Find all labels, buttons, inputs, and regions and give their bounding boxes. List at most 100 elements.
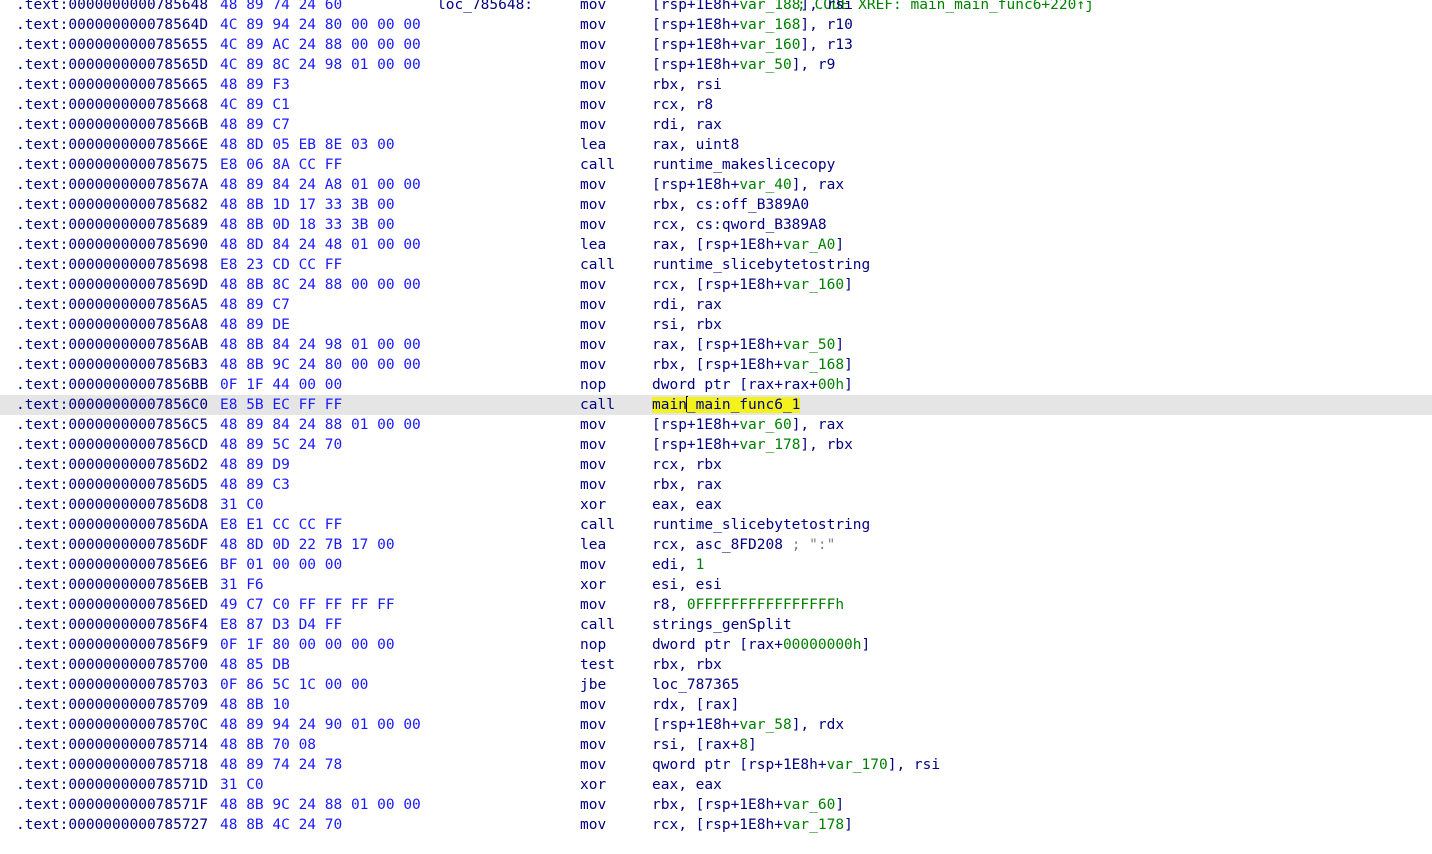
operand-variable[interactable]: var_178 (739, 437, 800, 453)
operand-text[interactable]: loc_787365 (652, 677, 739, 693)
listing-row[interactable]: .text:000000000078564D 4C 89 94 24 80 00 … (0, 15, 1432, 35)
operands[interactable]: rcx, asc_8FD208 ; ":" (652, 535, 835, 555)
address[interactable]: .text:00000000007856A8 (16, 315, 208, 335)
address[interactable]: .text:00000000007856D8 (16, 495, 208, 515)
address[interactable]: .text:0000000000785709 (16, 695, 208, 715)
listing-row[interactable]: .text:0000000000785682 48 8B 1D 17 33 3B … (0, 195, 1432, 215)
listing-row[interactable]: .text:000000000078566E 48 8D 05 EB 8E 03 … (0, 135, 1432, 155)
operands[interactable]: rcx, [rsp+1E8h+var_160] (652, 275, 853, 295)
operands[interactable]: esi, esi (652, 575, 722, 595)
operands[interactable]: dword ptr [rax+rax+00h] (652, 375, 853, 395)
address[interactable]: .text:00000000007856B3 (16, 355, 208, 375)
address[interactable]: .text:00000000007856C0 (16, 395, 208, 415)
address[interactable]: .text:0000000000785648 (16, 0, 208, 15)
address[interactable]: .text:000000000078564D (16, 15, 208, 35)
listing-row[interactable]: .text:000000000078571D 31 C0 xor eax, eax (0, 775, 1432, 795)
operand-text[interactable]: rax, uint8 (652, 137, 739, 153)
listing-row[interactable]: .text:00000000007856F9 0F 1F 80 00 00 00 … (0, 635, 1432, 655)
operand-text[interactable]: rbx, [rsp+1E8h+ (652, 797, 783, 813)
operand-variable[interactable]: 0FFFFFFFFFFFFFFFFh (687, 597, 844, 613)
listing-row[interactable]: .text:0000000000785648 48 89 74 24 60 loc_… (0, 0, 1432, 15)
operands[interactable]: runtime_slicebytetostring (652, 255, 870, 275)
listing-row[interactable]: .text:0000000000785665 48 89 F3 mov rbx, rs… (0, 75, 1432, 95)
operand-text[interactable]: ] (748, 737, 757, 753)
address[interactable]: .text:00000000007856DF (16, 535, 208, 555)
operand-text[interactable]: rcx, cs:qword_B389A8 (652, 217, 827, 233)
listing-row[interactable]: .text:0000000000785703 0F 86 5C 1C 00 00 j… (0, 675, 1432, 695)
operand-variable[interactable]: var_60 (739, 417, 791, 433)
address[interactable]: .text:000000000078571D (16, 775, 208, 795)
operand-text[interactable]: ], rsi (800, 0, 852, 13)
operands[interactable]: rcx, rbx (652, 455, 722, 475)
address[interactable]: .text:000000000078567A (16, 175, 208, 195)
operand-text[interactable]: ], rax (792, 417, 844, 433)
operand-text[interactable]: ] (835, 797, 844, 813)
operand-text[interactable]: [rsp+1E8h+ (652, 37, 739, 53)
listing-row[interactable]: .text:000000000078565D 4C 89 8C 24 98 01 … (0, 55, 1432, 75)
address[interactable]: .text:0000000000785690 (16, 235, 208, 255)
address[interactable]: .text:000000000078569D (16, 275, 208, 295)
operands[interactable]: rdi, rax (652, 115, 722, 135)
operand-text[interactable]: rsi, rbx (652, 317, 722, 333)
operand-variable[interactable]: var_188 (739, 0, 800, 13)
operands[interactable]: eax, eax (652, 495, 722, 515)
operands[interactable]: dword ptr [rax+00000000h] (652, 635, 870, 655)
operand-text[interactable]: ], r9 (792, 57, 836, 73)
operand-text[interactable]: runtime_makeslicecopy (652, 157, 835, 173)
operands[interactable]: rdi, rax (652, 295, 722, 315)
address[interactable]: .text:000000000078571F (16, 795, 208, 815)
address[interactable]: .text:0000000000785668 (16, 95, 208, 115)
operand-text[interactable]: strings_genSplit (652, 617, 792, 633)
operand-text[interactable]: rcx, asc_8FD208 (652, 537, 792, 553)
listing-row[interactable]: .text:00000000007856C5 48 89 84 24 88 01 … (0, 415, 1432, 435)
address[interactable]: .text:00000000007856CD (16, 435, 208, 455)
operand-variable[interactable]: var_50 (739, 57, 791, 73)
address[interactable]: .text:00000000007856D2 (16, 455, 208, 475)
listing-row[interactable]: .text:00000000007856B3 48 8B 9C 24 80 00 … (0, 355, 1432, 375)
address[interactable]: .text:00000000007856D5 (16, 475, 208, 495)
operands[interactable]: r8, 0FFFFFFFFFFFFFFFFh (652, 595, 844, 615)
operands[interactable]: qword ptr [rsp+1E8h+var_170], rsi (652, 755, 940, 775)
listing-row[interactable]: .text:00000000007856ED 49 C7 C0 FF FF FF … (0, 595, 1432, 615)
operand-text[interactable]: [rsp+1E8h+ (652, 417, 739, 433)
operands[interactable]: rcx, r8 (652, 95, 713, 115)
listing-row[interactable]: .text:00000000007856AB 48 8B 84 24 98 01 … (0, 335, 1432, 355)
listing-row[interactable]: .text:00000000007856D2 48 89 D9 mov rcx, rb… (0, 455, 1432, 475)
operands[interactable]: loc_787365 (652, 675, 739, 695)
operand-text[interactable]: ], rdx (792, 717, 844, 733)
listing-row[interactable]: .text:0000000000785690 48 8D 84 24 48 01 … (0, 235, 1432, 255)
operands[interactable]: rsi, [rax+8] (652, 735, 757, 755)
address[interactable]: .text:00000000007856F4 (16, 615, 208, 635)
operand-text[interactable]: rbx, rsi (652, 77, 722, 93)
operand-variable[interactable]: var_40 (739, 177, 791, 193)
operand-variable[interactable]: var_50 (783, 337, 835, 353)
operand-variable[interactable]: var_58 (739, 717, 791, 733)
operand-text[interactable]: ] (844, 277, 853, 293)
listing-row[interactable]: .text:000000000078566B 48 89 C7 mov rdi, ra… (0, 115, 1432, 135)
address[interactable]: .text:0000000000785727 (16, 815, 208, 835)
operand-variable[interactable]: 8 (739, 737, 748, 753)
operand-text[interactable]: rcx, r8 (652, 97, 713, 113)
operands[interactable]: [rsp+1E8h+var_188], rsi (652, 0, 853, 15)
operand-text[interactable]: rax, [rsp+1E8h+ (652, 237, 783, 253)
operands[interactable]: [rsp+1E8h+var_60], rax (652, 415, 844, 435)
listing-row[interactable]: .text:00000000007856E6 BF 01 00 00 00 mov e… (0, 555, 1432, 575)
address[interactable]: .text:00000000007856C5 (16, 415, 208, 435)
operand-text[interactable]: rcx, [rsp+1E8h+ (652, 277, 783, 293)
operand-variable[interactable]: var_170 (827, 757, 888, 773)
listing-row[interactable]: .text:00000000007856D5 48 89 C3 mov rbx, ra… (0, 475, 1432, 495)
address[interactable]: .text:00000000007856ED (16, 595, 208, 615)
operands[interactable]: [rsp+1E8h+var_160], r13 (652, 35, 853, 55)
address[interactable]: .text:00000000007856F9 (16, 635, 208, 655)
address[interactable]: .text:00000000007856BB (16, 375, 208, 395)
address[interactable]: .text:00000000007856AB (16, 335, 208, 355)
listing-row[interactable]: .text:000000000078569D 48 8B 8C 24 88 00 … (0, 275, 1432, 295)
operand-text[interactable]: rbx, [rsp+1E8h+ (652, 357, 783, 373)
operand-highlighted[interactable]: main (652, 397, 687, 413)
operands[interactable]: rax, uint8 (652, 135, 739, 155)
operand-variable[interactable]: var_178 (783, 817, 844, 833)
operands[interactable]: runtime_makeslicecopy (652, 155, 835, 175)
operand-variable[interactable]: var_160 (739, 37, 800, 53)
code-label[interactable]: loc_785648: (437, 0, 533, 15)
listing-row[interactable]: .text:000000000078570C 48 89 94 24 90 01 … (0, 715, 1432, 735)
